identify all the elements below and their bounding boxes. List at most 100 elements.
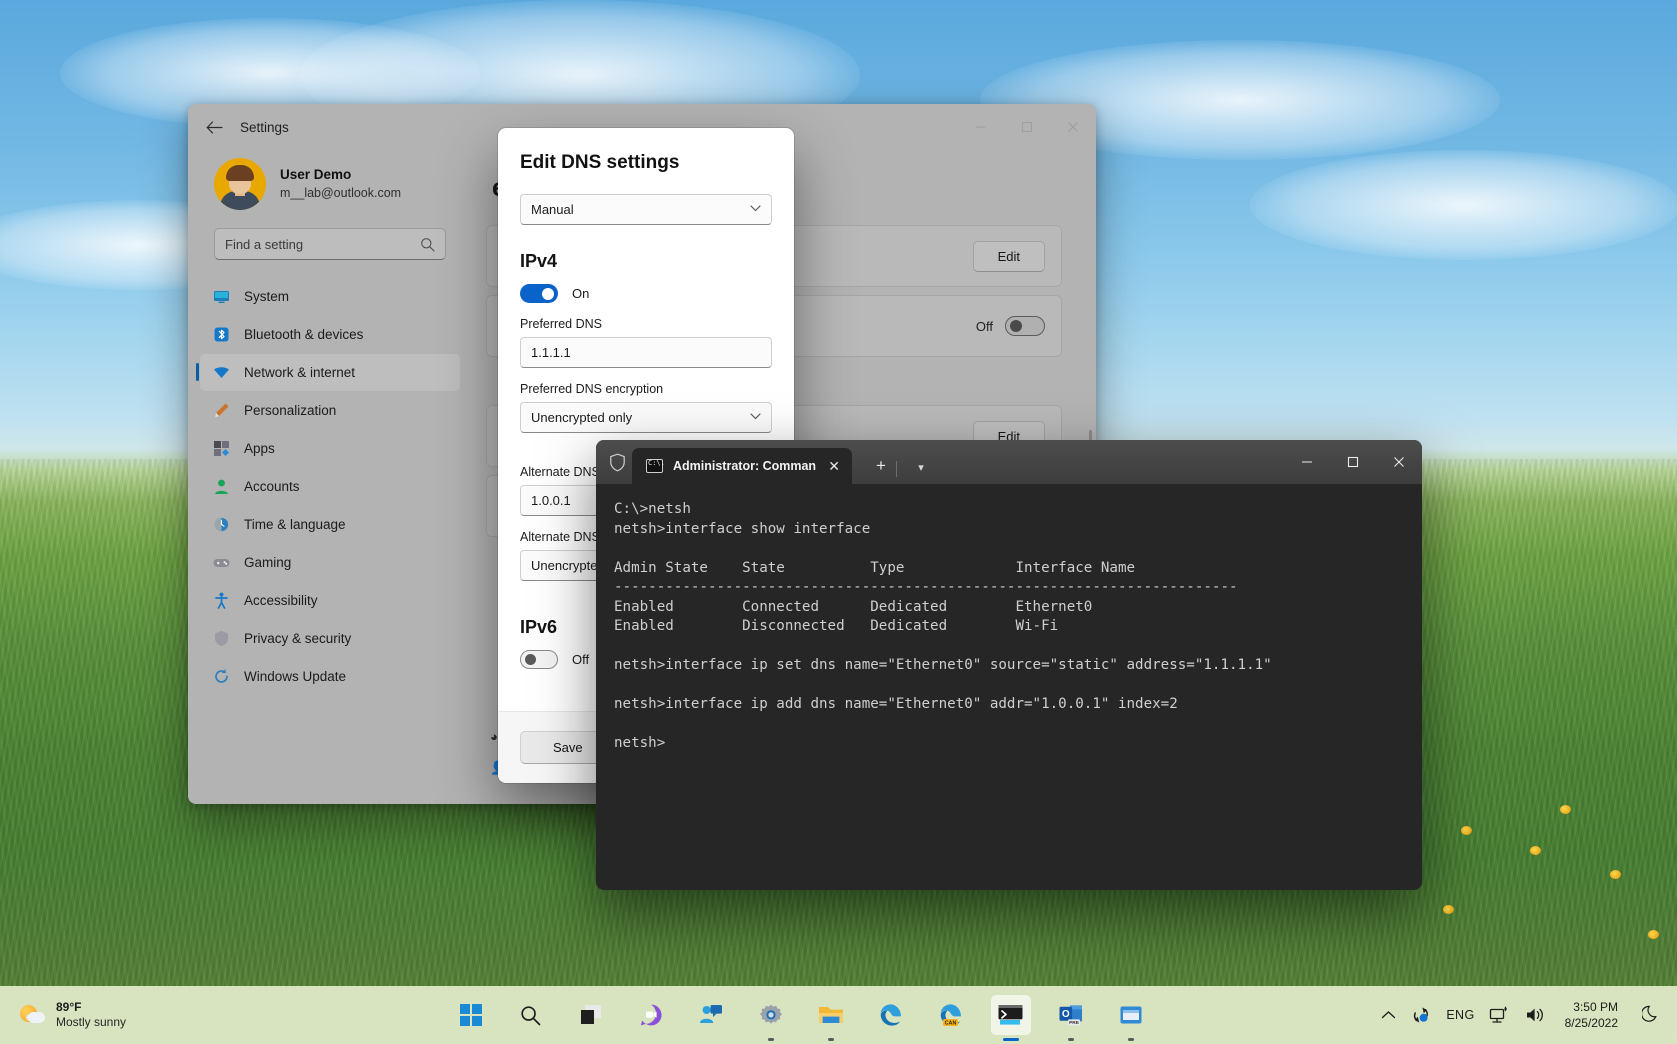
wifi-icon [212,364,230,382]
edge-button[interactable] [871,995,911,1035]
sidebar-item-label: Privacy & security [244,631,351,646]
clock[interactable]: 3:50 PM 8/25/2022 [1565,999,1618,1031]
weather-temperature: 89°F [56,1000,126,1015]
ipv6-toggle-label: Off [572,652,589,667]
terminal-tab[interactable]: Administrator: Command Pro ✕ [632,448,852,484]
divider [896,461,897,477]
sidebar-item-bluetooth-devices[interactable]: Bluetooth & devices [200,316,460,353]
settings-title: Settings [240,120,289,135]
teams-button[interactable] [691,995,731,1035]
desktop: Settings [0,0,1677,1044]
store-button[interactable] [1111,995,1151,1035]
alternate-dns-value: 1.0.0.1 [531,493,571,508]
ipv4-heading: IPv4 [520,251,772,272]
sun-cloud-icon [20,1003,46,1027]
maximize-icon[interactable] [1330,440,1376,484]
taskbar: 89°F Mostly sunny [0,986,1677,1044]
console-icon [646,459,663,473]
terminal-button[interactable] [991,995,1031,1035]
preferred-dns-label: Preferred DNS [520,317,772,331]
clock-date: 8/25/2022 [1565,1015,1618,1031]
taskbar-apps: CAN OPRE [220,995,1381,1035]
gamepad-icon [212,554,230,572]
apps-icon [212,440,230,458]
ipv6-toggle[interactable] [520,650,558,669]
start-button[interactable] [451,995,491,1035]
close-icon[interactable] [1050,104,1096,150]
network-icon[interactable] [1489,1005,1511,1025]
maximize-icon[interactable] [1004,104,1050,150]
plus-icon[interactable]: + [868,456,894,476]
flower [1443,905,1454,914]
accessibility-icon [212,592,230,610]
chevron-down-icon[interactable]: ▾ [909,461,933,474]
chevron-down-icon [750,204,761,215]
preferred-dns-input[interactable]: 1.1.1.1 [520,337,772,368]
close-icon[interactable]: ✕ [828,458,840,475]
dialog-title: Edit DNS settings [520,152,772,174]
sidebar-item-label: Time & language [244,517,346,532]
bluetooth-icon [212,326,230,344]
terminal-window-controls [1284,440,1422,486]
volume-icon[interactable] [1525,1005,1547,1025]
sidebar-item-gaming[interactable]: Gaming [200,544,460,581]
account-name: User Demo [280,166,401,184]
flower [1648,930,1659,939]
chevron-up-icon[interactable] [1381,1010,1396,1020]
chat-video-button[interactable] [631,995,671,1035]
update-icon [212,668,230,686]
close-icon[interactable] [1376,440,1422,484]
flower [1610,870,1621,879]
sidebar-item-label: Apps [244,441,275,456]
search-icon [420,237,435,252]
sidebar-item-label: System [244,289,289,304]
dns-mode-select[interactable]: Manual [520,194,772,225]
minimize-icon[interactable] [1284,440,1330,484]
outlook-preview-button[interactable]: OPRE [1051,995,1091,1035]
metered-connection-toggle[interactable] [1005,316,1045,336]
shield-icon [212,630,230,648]
search-button[interactable] [511,995,551,1035]
sidebar-item-apps[interactable]: Apps [200,430,460,467]
sidebar-item-network-internet[interactable]: Network & internet [200,354,460,391]
account-email: m__lab@outlook.com [280,184,401,202]
weather-widget[interactable]: 89°F Mostly sunny [20,1000,220,1030]
clock-time: 3:50 PM [1565,999,1618,1015]
terminal-output[interactable]: C:\>netsh netsh>interface show interface… [596,484,1422,770]
settings-sidebar: User Demo m__lab@outlook.com System [188,150,472,804]
edit-button[interactable]: Edit [973,241,1045,272]
sidebar-item-time-language[interactable]: Time & language [200,506,460,543]
sidebar-item-personalization[interactable]: Personalization [200,392,460,429]
sidebar-item-system[interactable]: System [200,278,460,315]
back-arrow-icon[interactable] [198,111,230,143]
avatar [214,158,266,210]
task-view-button[interactable] [571,995,611,1035]
brush-icon [212,402,230,420]
ipv4-toggle[interactable] [520,284,558,303]
account-card[interactable]: User Demo m__lab@outlook.com [200,150,460,226]
preferred-encryption-select[interactable]: Unencrypted only [520,402,772,433]
file-explorer-button[interactable] [811,995,851,1035]
sidebar-item-label: Accessibility [244,593,318,608]
system-tray: ENG 3:50 PM 8/25/2022 [1381,999,1661,1031]
dns-mode-value: Manual [531,202,574,217]
sidebar-item-label: Accounts [244,479,300,494]
minimize-icon[interactable] [958,104,1004,150]
sidebar-item-privacy-security[interactable]: Privacy & security [200,620,460,657]
sidebar-item-accessibility[interactable]: Accessibility [200,582,460,619]
search-input[interactable] [225,237,420,252]
edge-canary-button[interactable]: CAN [931,995,971,1035]
onedrive-sync-icon[interactable] [1410,1005,1432,1025]
moon-icon[interactable] [1642,1004,1661,1027]
search-input-container[interactable] [214,228,446,260]
language-indicator[interactable]: ENG [1446,1008,1474,1022]
sidebar-item-windows-update[interactable]: Windows Update [200,658,460,695]
settings-button[interactable] [751,995,791,1035]
preferred-encryption-label: Preferred DNS encryption [520,382,772,396]
sidebar-item-accounts[interactable]: Accounts [200,468,460,505]
sidebar-item-label: Bluetooth & devices [244,327,363,342]
preferred-encryption-value: Unencrypted only [531,410,632,425]
chevron-down-icon [750,412,761,423]
monitor-icon [212,288,230,306]
toggle-state-label: Off [976,319,993,334]
